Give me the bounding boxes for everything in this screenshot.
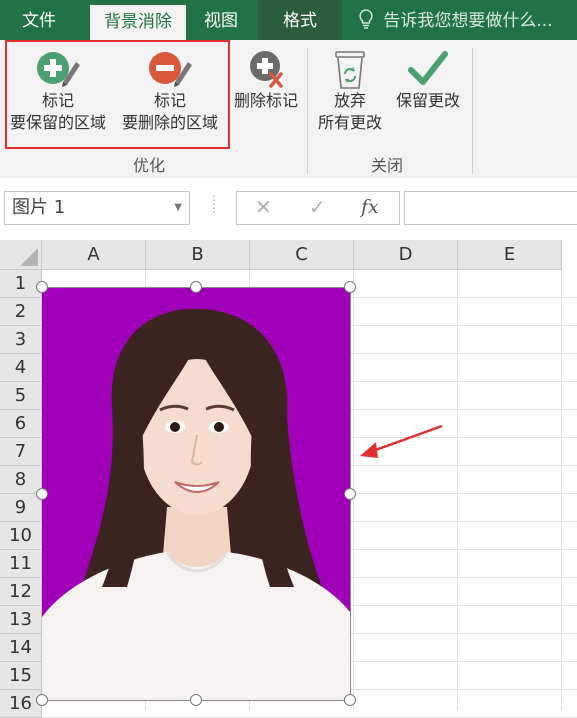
delete-mark-button[interactable]: 删除标记: [230, 48, 302, 112]
tell-me-text: 告诉我您想要做什么...: [383, 11, 553, 31]
drag-handle-icon[interactable]: ⋮⋮: [208, 194, 220, 214]
row-header-2[interactable]: 2: [0, 298, 42, 326]
tab-view[interactable]: 视图: [204, 0, 238, 40]
name-box[interactable]: 图片 1 ▼: [4, 191, 190, 225]
annotation-arrow-icon: [360, 424, 443, 458]
tell-me-search[interactable]: 告诉我您想要做什么...: [358, 0, 553, 40]
row-header-12[interactable]: 12: [0, 578, 42, 606]
row-header-14[interactable]: 14: [0, 634, 42, 662]
formula-input[interactable]: [404, 191, 577, 225]
insert-function-icon[interactable]: fx: [361, 196, 379, 218]
tab-format[interactable]: 格式: [258, 0, 342, 40]
row-header-15[interactable]: 15: [0, 662, 42, 690]
enter-icon[interactable]: ✓: [309, 195, 326, 219]
select-all-corner[interactable]: [0, 240, 42, 270]
row-header-6[interactable]: 6: [0, 410, 42, 438]
tab-background-removal[interactable]: 背景消除: [90, 5, 186, 40]
resize-handle-top-right[interactable]: [344, 281, 356, 293]
row-header-16[interactable]: 16: [0, 690, 42, 718]
resize-handle-bottom-left[interactable]: [36, 694, 48, 706]
ribbon-group-refine-label: 优化: [133, 156, 166, 175]
gridline-vertical: [457, 270, 458, 710]
portrait-photo: [42, 287, 350, 701]
name-box-value: 图片 1: [12, 197, 66, 218]
row-header-10[interactable]: 10: [0, 522, 42, 550]
column-header-c[interactable]: C: [250, 240, 354, 270]
column-header-a[interactable]: A: [42, 240, 146, 270]
dropdown-icon[interactable]: ▼: [174, 192, 182, 224]
select-all-icon: [20, 248, 38, 266]
delete-mark-icon: [250, 51, 283, 88]
row-header-9[interactable]: 9: [0, 494, 42, 522]
discard-label-1: 放弃: [333, 91, 366, 110]
column-header-d[interactable]: D: [354, 240, 458, 270]
keep-changes-label: 保留更改: [395, 91, 460, 110]
ribbon-group-separator: [307, 48, 308, 174]
gridline-vertical: [561, 270, 562, 710]
row-header-8[interactable]: 8: [0, 466, 42, 494]
formula-buttons: ✕ ✓ fx: [236, 191, 400, 225]
ribbon-tab-bar: 文件 背景消除 视图 格式 告诉我您想要做什么...: [0, 0, 577, 40]
checkmark-icon: [408, 51, 448, 85]
resize-handle-bottom-middle[interactable]: [190, 694, 202, 706]
ribbon-group-close-label: 关闭: [371, 156, 404, 175]
selected-picture[interactable]: [42, 287, 350, 701]
resize-handle-bottom-right[interactable]: [344, 694, 356, 706]
resize-handle-top-left[interactable]: [36, 281, 48, 293]
recycle-bin-icon: [335, 51, 365, 89]
resize-handle-middle-left[interactable]: [36, 488, 48, 500]
ribbon-group-separator: [472, 48, 473, 174]
resize-handle-middle-right[interactable]: [344, 488, 356, 500]
tab-file[interactable]: 文件: [22, 0, 56, 40]
column-header-e[interactable]: E: [458, 240, 562, 270]
cancel-icon[interactable]: ✕: [255, 195, 272, 219]
annotation-highlight-box: [5, 40, 230, 149]
discard-label-2: 所有更改: [317, 113, 382, 132]
row-header-7[interactable]: 7: [0, 438, 42, 466]
lightbulb-icon: [359, 9, 373, 29]
resize-handle-top-middle[interactable]: [190, 281, 202, 293]
keep-changes-button[interactable]: 保留更改: [388, 48, 468, 112]
row-header-13[interactable]: 13: [0, 606, 42, 634]
row-header-3[interactable]: 3: [0, 326, 42, 354]
row-header-11[interactable]: 11: [0, 550, 42, 578]
row-header-5[interactable]: 5: [0, 382, 42, 410]
delete-mark-label: 删除标记: [233, 91, 298, 110]
column-header-b[interactable]: B: [146, 240, 250, 270]
row-header-4[interactable]: 4: [0, 354, 42, 382]
discard-all-changes-button[interactable]: 放弃 所有更改: [312, 48, 388, 134]
